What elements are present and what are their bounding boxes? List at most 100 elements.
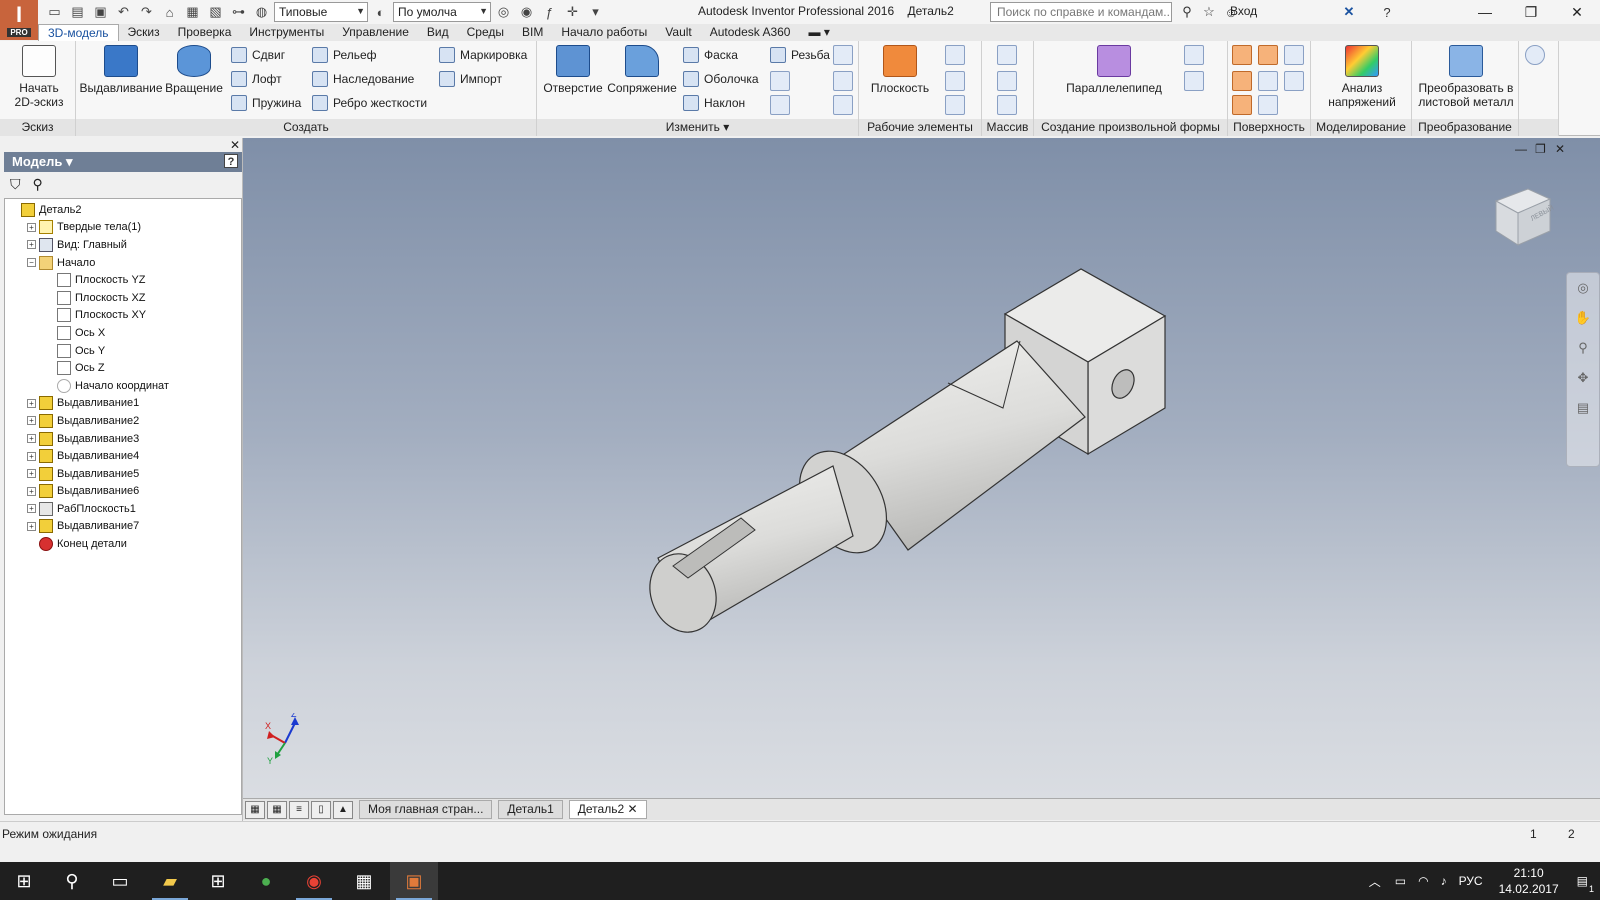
tree-node[interactable]: Начало координат (5, 377, 241, 395)
tab-inspect[interactable]: Проверка (169, 24, 241, 41)
color-wheel-icon[interactable]: ◍ (251, 2, 272, 22)
store-icon[interactable]: ⊞ (194, 862, 242, 900)
clock[interactable]: 21:10 14.02.2017 (1499, 865, 1559, 897)
select-icon[interactable]: ▧ (205, 2, 226, 22)
binoculars-icon[interactable]: ⚲ (1178, 3, 1196, 21)
tree-node[interactable]: + Выдавливание4 (5, 447, 241, 465)
tree-node[interactable]: Плоскость YZ (5, 271, 241, 289)
list-icon[interactable]: ≡ (289, 800, 309, 819)
browser-help-button[interactable]: ? (224, 154, 238, 168)
doc-tab-part1[interactable]: Деталь1 (498, 800, 563, 819)
panel-label-modify[interactable]: Изменить ▾ (537, 119, 858, 136)
expand-icon[interactable]: + (27, 469, 36, 479)
expand-icon[interactable]: + (27, 398, 36, 408)
tab-manage[interactable]: Управление (333, 24, 418, 41)
ucs-icon[interactable] (945, 95, 965, 115)
update-icon[interactable]: ▦ (182, 2, 203, 22)
appearance-icon[interactable]: ◐ (370, 2, 391, 22)
loft-button[interactable]: Лофт (231, 69, 282, 89)
language-indicator[interactable]: РУС (1459, 874, 1483, 888)
calculator-icon[interactable]: ▦ (340, 862, 388, 900)
globe-icon[interactable]: ● (242, 862, 290, 900)
emboss-button[interactable]: Рельеф (312, 45, 377, 65)
replace-face-icon[interactable] (1258, 95, 1278, 115)
tree-node[interactable]: Ось X (5, 324, 241, 342)
exchange-icon[interactable]: ✕ (1340, 3, 1358, 21)
redo-icon[interactable]: ↷ (136, 2, 157, 22)
tab-vault[interactable]: Vault (656, 24, 700, 41)
direct-edit-icon[interactable] (833, 45, 853, 65)
notifications-icon[interactable]: ▤ 1 (1577, 874, 1594, 894)
hole-button[interactable]: Отверстие (541, 45, 605, 95)
rectangular-pattern-icon[interactable] (997, 45, 1017, 65)
battery-icon[interactable]: ▭ (1395, 874, 1406, 888)
save-icon[interactable]: ▣ (90, 2, 111, 22)
work-axis-icon[interactable] (945, 45, 965, 65)
freeform-edit-icon[interactable] (1184, 45, 1204, 65)
crosshair-icon[interactable]: ✛ (562, 2, 583, 22)
star-icon[interactable]: ☆ (1200, 3, 1218, 21)
tree-node[interactable]: Деталь2 (5, 201, 241, 219)
boundary-icon[interactable] (1232, 71, 1252, 91)
freeform-convert-icon[interactable] (1184, 71, 1204, 91)
adjust-icon[interactable]: ◉ (516, 2, 537, 22)
collapse-icon[interactable]: − (27, 258, 36, 268)
delete-face-icon[interactable] (833, 95, 853, 115)
tree-node[interactable]: + Выдавливание7 (5, 518, 241, 536)
thicken-icon[interactable] (833, 71, 853, 91)
restore-icon[interactable]: ❐ (1508, 0, 1554, 24)
ruled-surface-icon[interactable] (1232, 95, 1252, 115)
convert-sheetmetal-button[interactable]: Преобразовать в листовой металл (1414, 45, 1518, 109)
doc-tab-home[interactable]: Моя главная стран... (359, 800, 493, 819)
appearance-combo[interactable]: По умолча ▼ (393, 2, 491, 22)
tree-node[interactable]: + Вид: Главный (5, 236, 241, 254)
stress-analysis-button[interactable]: Анализ напряжений (1317, 45, 1407, 109)
style-combo[interactable]: Типовые ▼ (274, 2, 368, 22)
expand-icon[interactable]: + (27, 434, 36, 444)
tree-node[interactable]: Плоскость XY (5, 307, 241, 325)
combine-icon[interactable] (770, 71, 790, 91)
expand-icon[interactable]: + (27, 521, 36, 531)
undo-icon[interactable]: ↶ (113, 2, 134, 22)
part-model[interactable] (243, 138, 1600, 798)
extend-icon[interactable] (1284, 71, 1304, 91)
tree-node[interactable]: + РабПлоскость1 (5, 500, 241, 518)
expand-icon[interactable]: + (27, 486, 36, 496)
split-icon[interactable] (770, 95, 790, 115)
box-button[interactable]: Параллелепипед (1064, 45, 1164, 95)
trim-icon[interactable] (1258, 71, 1278, 91)
thread-button[interactable]: Резьба (770, 45, 830, 65)
chrome-icon[interactable]: ◉ (290, 862, 338, 900)
extrude-button[interactable]: Выдавливание (79, 45, 163, 95)
tree-node[interactable]: + Выдавливание5 (5, 465, 241, 483)
tree-node[interactable]: Конец детали (5, 535, 241, 553)
coil-button[interactable]: Пружина (231, 93, 301, 113)
sign-in-button[interactable]: Вход (1230, 4, 1257, 18)
tree-node[interactable]: + Твердые тела(1) (5, 219, 241, 237)
tree-node[interactable]: + Выдавливание3 (5, 430, 241, 448)
sculpt-icon[interactable] (1284, 45, 1304, 65)
rib-button[interactable]: Ребро жесткости (312, 93, 427, 113)
revolve-button[interactable]: Вращение (162, 45, 226, 95)
tile-icon[interactable]: ▦ (245, 800, 265, 819)
plane-button[interactable]: Плоскость (865, 45, 935, 95)
tree-node[interactable]: + Выдавливание6 (5, 483, 241, 501)
expand-icon[interactable]: + (27, 451, 36, 461)
home-icon[interactable]: ⌂ (159, 2, 180, 22)
grid-icon[interactable]: ▦ (267, 800, 287, 819)
work-point-icon[interactable] (945, 71, 965, 91)
tab-sketch[interactable]: Эскиз (119, 24, 169, 41)
help-search-input[interactable]: Поиск по справке и командам... (990, 2, 1172, 22)
tab-get-started[interactable]: Начало работы (552, 24, 656, 41)
filter-icon[interactable]: ⛉ (10, 176, 21, 193)
mirror-icon[interactable] (997, 95, 1017, 115)
expand-icon[interactable]: + (27, 416, 36, 426)
new-icon[interactable]: ▭ (44, 2, 65, 22)
tab-view[interactable]: Вид (418, 24, 458, 41)
task-view-icon[interactable]: ▭ (96, 862, 144, 900)
more-options-icon[interactable] (1525, 45, 1545, 65)
tab-tools[interactable]: Инструменты (240, 24, 333, 41)
browser-header[interactable]: Модель ▾ ? (4, 152, 242, 172)
inventor-icon[interactable]: ▣ (390, 862, 438, 900)
measure-icon[interactable]: ⊶ (228, 2, 249, 22)
